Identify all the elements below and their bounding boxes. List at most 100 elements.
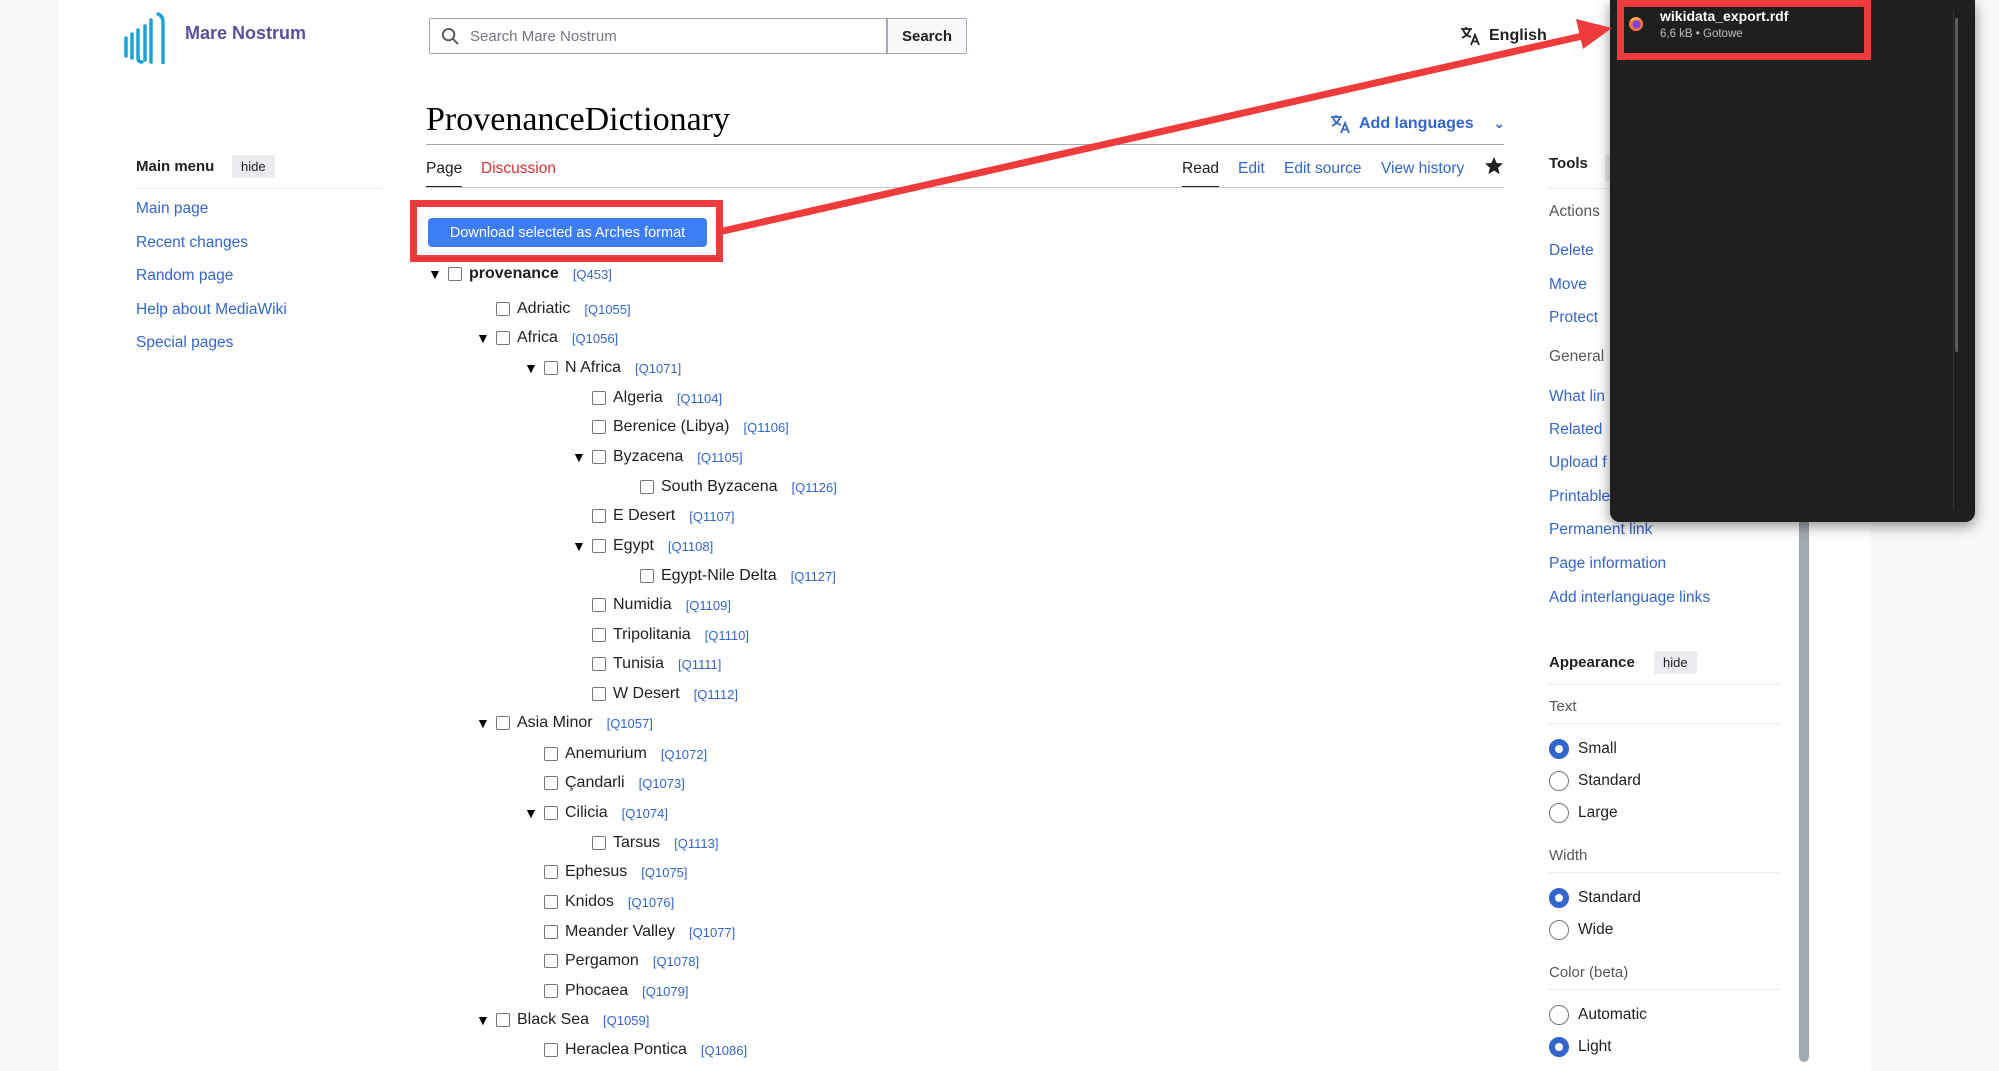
tab-edit[interactable]: Edit [1238,160,1265,178]
expand-toggle-icon[interactable]: ▼ [428,266,444,282]
tool-permanent-link[interactable]: Permanent link [1549,521,1652,539]
tree-checkbox[interactable] [544,984,558,998]
search-input[interactable]: Search Mare Nostrum [429,18,887,54]
add-languages-button[interactable]: Add languages ⌄ [1329,113,1505,135]
tree-qid-link[interactable]: [Q1079] [642,984,688,999]
text-size-large[interactable]: Large [1549,803,1618,823]
tree-qid-link[interactable]: [Q1057] [607,716,653,731]
tree-qid-link[interactable]: [Q1074] [622,806,668,821]
expand-toggle-icon[interactable]: ▼ [476,330,492,346]
width-standard[interactable]: Standard [1549,888,1641,908]
text-size-small[interactable]: Small [1549,739,1617,759]
watch-star-icon[interactable] [1484,156,1504,176]
tree-qid-link[interactable]: [Q1110] [705,628,749,643]
tree-qid-link[interactable]: [Q1077] [689,925,735,940]
tree-qid-link[interactable]: [Q1078] [653,954,699,969]
tree-checkbox[interactable] [496,1013,510,1027]
site-title[interactable]: Mare Nostrum [185,23,306,44]
tool-delete[interactable]: Delete [1549,242,1594,260]
tree-checkbox[interactable] [592,450,606,464]
site-logo[interactable] [123,8,167,64]
radio-unselected[interactable] [1549,920,1569,940]
tree-checkbox[interactable] [544,895,558,909]
color-automatic[interactable]: Automatic [1549,1005,1647,1025]
tree-qid-link[interactable]: [Q1126] [792,480,837,495]
tree-checkbox[interactable] [592,539,606,553]
radio-selected[interactable] [1549,888,1569,908]
tree-qid-link[interactable]: [Q453] [573,267,612,282]
tree-checkbox[interactable] [496,331,510,345]
tree-checkbox[interactable] [592,657,606,671]
tab-edit-source[interactable]: Edit source [1284,160,1362,178]
radio-selected[interactable] [1549,739,1569,759]
tool-move[interactable]: Move [1549,276,1587,294]
appearance-hide-button[interactable]: hide [1654,651,1697,674]
expand-toggle-icon[interactable]: ▼ [572,538,588,554]
tool-protect[interactable]: Protect [1549,309,1598,327]
tree-qid-link[interactable]: [Q1055] [584,302,630,317]
tool-printable-version[interactable]: Printable [1549,488,1610,506]
tree-qid-link[interactable]: [Q1073] [639,776,685,791]
tree-checkbox[interactable] [496,302,510,316]
tree-qid-link[interactable]: [Q1106] [744,420,789,435]
tree-qid-link[interactable]: [Q1075] [641,865,687,880]
tree-checkbox[interactable] [448,267,462,281]
tree-qid-link[interactable]: [Q1107] [689,509,734,524]
tree-checkbox[interactable] [544,954,558,968]
tree-qid-link[interactable]: [Q1059] [603,1013,649,1028]
downloads-scrollbar[interactable] [1955,18,1958,352]
tool-upload-file[interactable]: Upload f [1549,454,1607,472]
tree-checkbox[interactable] [544,925,558,939]
text-size-standard[interactable]: Standard [1549,771,1641,791]
expand-toggle-icon[interactable]: ▼ [476,715,492,731]
tree-checkbox[interactable] [544,1043,558,1057]
color-light[interactable]: Light [1549,1037,1612,1057]
tree-checkbox[interactable] [592,420,606,434]
tree-checkbox[interactable] [544,747,558,761]
sidebar-item-random-page[interactable]: Random page [136,267,287,301]
expand-toggle-icon[interactable]: ▼ [524,805,540,821]
tree-qid-link[interactable]: [Q1072] [661,747,707,762]
radio-unselected[interactable] [1549,771,1569,791]
tool-what-links-here[interactable]: What lin [1549,388,1605,406]
radio-selected[interactable] [1549,1037,1569,1057]
tool-related-changes[interactable]: Related [1549,421,1602,439]
width-wide[interactable]: Wide [1549,920,1613,940]
tree-qid-link[interactable]: [Q1127] [791,569,836,584]
expand-toggle-icon[interactable]: ▼ [524,360,540,376]
tree-checkbox[interactable] [544,806,558,820]
sidebar-item-help[interactable]: Help about MediaWiki [136,301,287,335]
tab-read[interactable]: Read [1182,160,1220,188]
search-button[interactable]: Search [887,18,967,54]
tree-qid-link[interactable]: [Q1111] [678,657,721,672]
tree-qid-link[interactable]: [Q1086] [701,1043,747,1058]
tree-checkbox[interactable] [592,628,606,642]
sidebar-item-main-page[interactable]: Main page [136,200,287,234]
tab-page[interactable]: Page [426,160,463,188]
tree-checkbox[interactable] [640,480,654,494]
tree-checkbox[interactable] [592,836,606,850]
tree-qid-link[interactable]: [Q1105] [697,450,742,465]
sidebar-item-special-pages[interactable]: Special pages [136,334,287,368]
tree-qid-link[interactable]: [Q1056] [572,331,618,346]
radio-unselected[interactable] [1549,803,1569,823]
main-menu-hide-button[interactable]: hide [232,155,275,178]
tree-checkbox[interactable] [496,716,510,730]
tree-qid-link[interactable]: [Q1113] [674,836,718,851]
language-switcher[interactable]: English [1459,25,1547,47]
tree-qid-link[interactable]: [Q1108] [668,539,713,554]
radio-unselected[interactable] [1549,1005,1569,1025]
tree-checkbox[interactable] [592,391,606,405]
tree-qid-link[interactable]: [Q1071] [635,361,681,376]
tab-view-history[interactable]: View history [1381,160,1464,178]
tree-checkbox[interactable] [544,865,558,879]
tree-checkbox[interactable] [592,687,606,701]
page-scrollbar[interactable] [1799,510,1809,1062]
tree-qid-link[interactable]: [Q1112] [694,687,738,702]
expand-toggle-icon[interactable]: ▼ [476,1012,492,1028]
tree-checkbox[interactable] [544,776,558,790]
tree-qid-link[interactable]: [Q1104] [677,391,722,406]
tree-checkbox[interactable] [640,569,654,583]
tree-qid-link[interactable]: [Q1076] [628,895,674,910]
tool-page-information[interactable]: Page information [1549,555,1666,573]
